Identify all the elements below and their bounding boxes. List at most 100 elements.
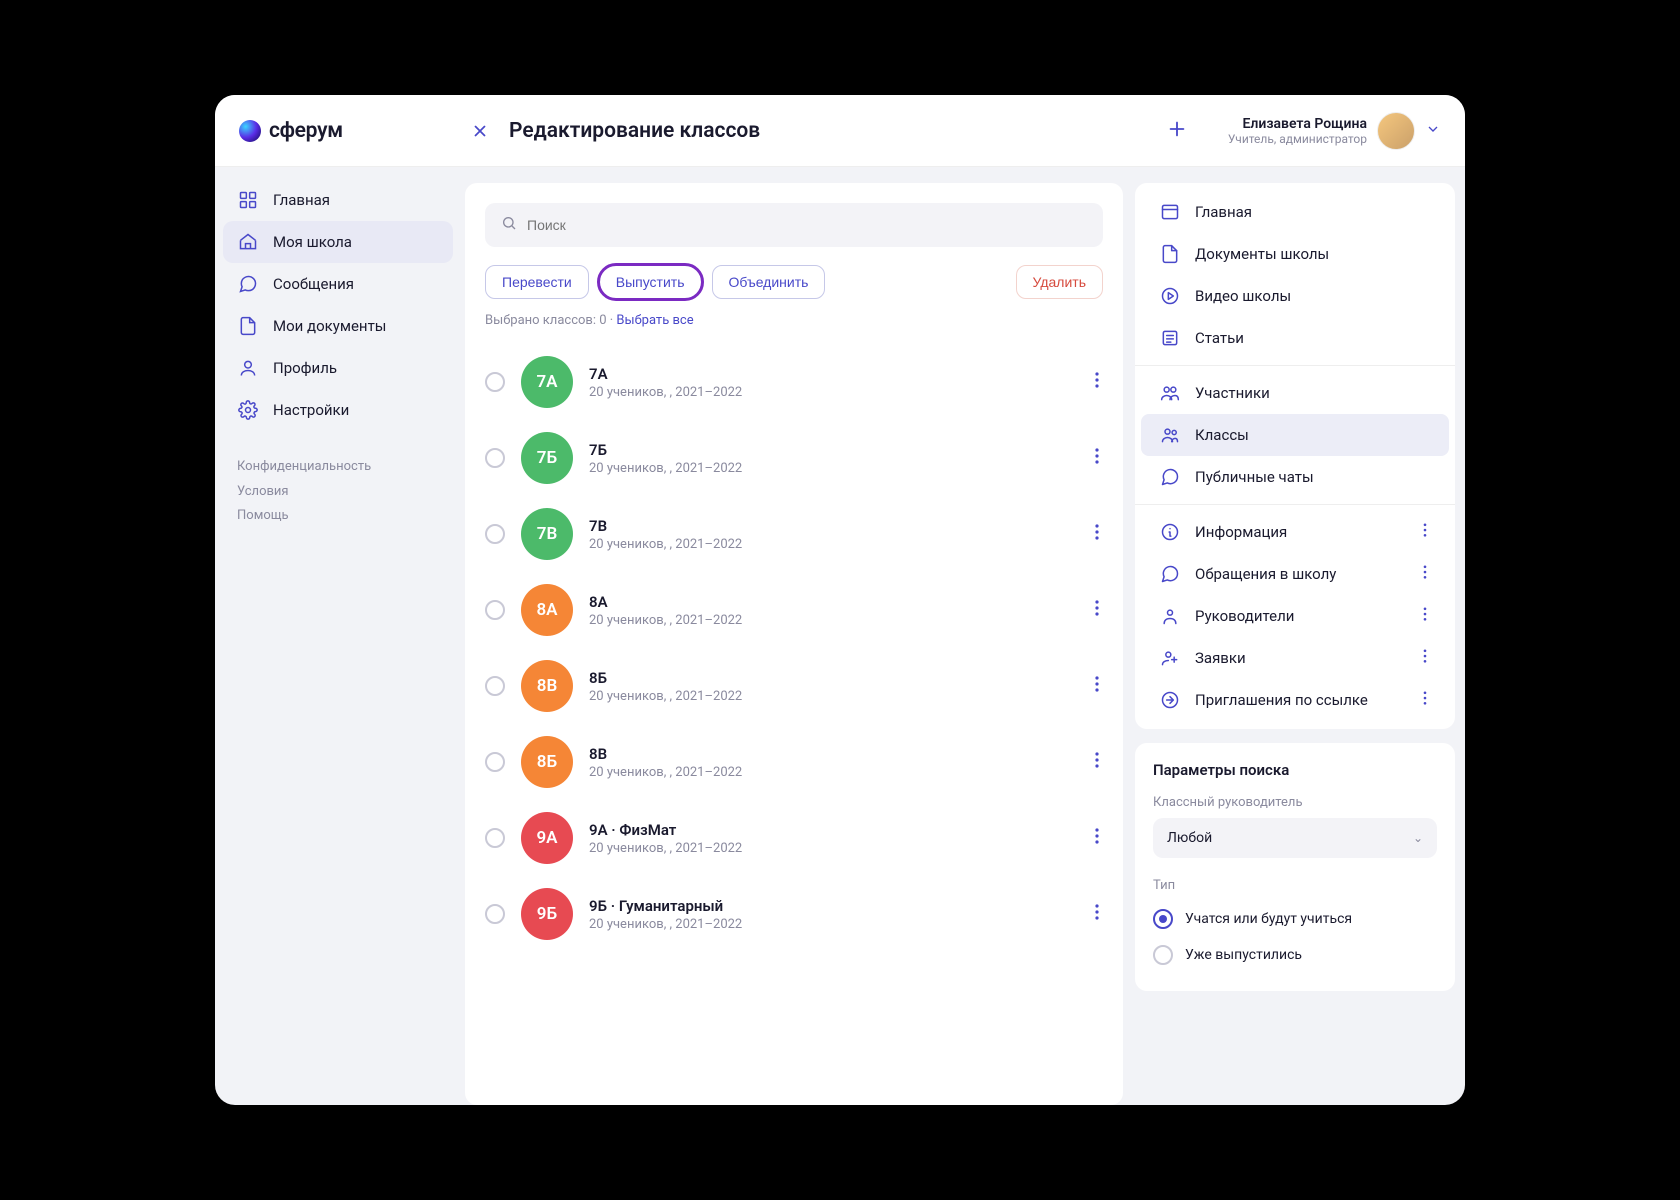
- class-row[interactable]: 8Б8В20 учеников, , 2021–2022: [485, 724, 1103, 800]
- right-nav-item[interactable]: Участники: [1141, 372, 1449, 414]
- more-icon[interactable]: [1419, 691, 1431, 709]
- grid-icon: [237, 189, 259, 211]
- class-row[interactable]: 9А9А · ФизМат20 учеников, , 2021–2022: [485, 800, 1103, 876]
- search-bar[interactable]: [485, 203, 1103, 247]
- page-title: Редактирование классов: [509, 119, 760, 143]
- class-badge: 7В: [521, 508, 573, 560]
- right-nav-item[interactable]: Информация: [1141, 511, 1449, 553]
- type-option-label: Уже выпустились: [1185, 947, 1302, 963]
- more-icon[interactable]: [1091, 448, 1103, 468]
- sidebar-item-settings[interactable]: Настройки: [223, 389, 453, 431]
- sidebar-item-messages[interactable]: Сообщения: [223, 263, 453, 305]
- close-icon[interactable]: [469, 120, 491, 142]
- chevron-down-icon[interactable]: [1425, 121, 1441, 141]
- class-badge: 8А: [521, 584, 573, 636]
- more-icon[interactable]: [1419, 649, 1431, 667]
- sidebar-item-home[interactable]: Главная: [223, 179, 453, 221]
- right-nav-item[interactable]: Статьи: [1141, 317, 1449, 359]
- chat-icon: [1159, 466, 1181, 488]
- link-privacy[interactable]: Конфиденциальность: [237, 459, 371, 474]
- more-icon[interactable]: [1091, 904, 1103, 924]
- right-nav-item[interactable]: Обращения в школу: [1141, 553, 1449, 595]
- more-icon[interactable]: [1091, 372, 1103, 392]
- class-row[interactable]: 7В7В20 учеников, , 2021–2022: [485, 496, 1103, 572]
- type-option-label: Учатся или будут учиться: [1185, 911, 1352, 927]
- sidebar-item-my-school[interactable]: Моя школа: [223, 221, 453, 263]
- right-nav-item[interactable]: Главная: [1141, 191, 1449, 233]
- right-nav-item[interactable]: Видео школы: [1141, 275, 1449, 317]
- merge-button[interactable]: Объединить: [712, 265, 826, 299]
- class-row[interactable]: 8А8А20 учеников, , 2021–2022: [485, 572, 1103, 648]
- sidebar-item-my-documents[interactable]: Мои документы: [223, 305, 453, 347]
- more-icon[interactable]: [1419, 523, 1431, 541]
- row-checkbox[interactable]: [485, 448, 505, 468]
- search-input[interactable]: [527, 217, 1087, 233]
- link-help[interactable]: Помощь: [237, 508, 289, 523]
- more-icon[interactable]: [1419, 565, 1431, 583]
- link-terms[interactable]: Условия: [237, 484, 289, 499]
- right-nav-label: Публичные чаты: [1195, 468, 1314, 486]
- row-checkbox[interactable]: [485, 524, 505, 544]
- right-nav-item[interactable]: Руководители: [1141, 595, 1449, 637]
- teacher-value: Любой: [1167, 830, 1212, 846]
- right-nav-item[interactable]: Приглашения по ссылке: [1141, 679, 1449, 721]
- select-all-link[interactable]: Выбрать все: [616, 313, 693, 328]
- right-nav-item[interactable]: Документы школы: [1141, 233, 1449, 275]
- class-list: 7А7А20 учеников, , 2021–20227Б7Б20 учени…: [485, 344, 1103, 952]
- more-icon[interactable]: [1419, 607, 1431, 625]
- class-subtitle: 20 учеников, , 2021–2022: [589, 461, 1075, 476]
- window-icon: [1159, 201, 1181, 223]
- article-icon: [1159, 327, 1181, 349]
- group-icon: [1159, 424, 1181, 446]
- right-nav-label: Обращения в школу: [1195, 565, 1336, 583]
- right-nav-label: Участники: [1195, 384, 1270, 402]
- class-row[interactable]: 9Б9Б · Гуманитарный20 учеников, , 2021–2…: [485, 876, 1103, 952]
- class-row[interactable]: 8В8Б20 учеников, , 2021–2022: [485, 648, 1103, 724]
- sidebar-left: Главная Моя школа Сообщения Мои документ…: [215, 167, 465, 1105]
- right-column: Главная Документы школы Видео школыСтатьи У…: [1135, 183, 1455, 1105]
- sidebar-item-profile[interactable]: Профиль: [223, 347, 453, 389]
- right-nav-item[interactable]: Классы: [1141, 414, 1449, 456]
- user-name: Елизавета Рощина: [1228, 116, 1367, 132]
- delete-button[interactable]: Удалить: [1016, 265, 1103, 299]
- class-subtitle: 20 учеников, , 2021–2022: [589, 689, 1075, 704]
- class-title: 8А: [589, 593, 1075, 611]
- request-icon: [1159, 647, 1181, 669]
- sidebar-item-label: Сообщения: [273, 275, 354, 293]
- type-option[interactable]: Учатся или будут учиться: [1153, 901, 1437, 937]
- user-role: Учитель, администратор: [1228, 132, 1367, 146]
- class-title: 8Б: [589, 669, 1075, 687]
- brand-name: сферум: [269, 119, 343, 143]
- release-button[interactable]: Выпустить: [599, 265, 702, 299]
- more-icon[interactable]: [1091, 676, 1103, 696]
- right-nav-item[interactable]: Публичные чаты: [1141, 456, 1449, 498]
- more-icon[interactable]: [1091, 828, 1103, 848]
- type-option[interactable]: Уже выпустились: [1153, 937, 1437, 973]
- class-row[interactable]: 7А7А20 учеников, , 2021–2022: [485, 344, 1103, 420]
- class-title: 7В: [589, 517, 1075, 535]
- row-checkbox[interactable]: [485, 828, 505, 848]
- type-label: Тип: [1153, 878, 1437, 893]
- right-nav-item[interactable]: Заявки: [1141, 637, 1449, 679]
- right-nav-label: Документы школы: [1195, 245, 1329, 263]
- user-menu[interactable]: Елизавета Рощина Учитель, администратор: [1228, 112, 1441, 150]
- class-row[interactable]: 7Б7Б20 учеников, , 2021–2022: [485, 420, 1103, 496]
- right-nav-label: Приглашения по ссылке: [1195, 691, 1368, 709]
- more-icon[interactable]: [1091, 524, 1103, 544]
- teacher-select[interactable]: Любой ⌄: [1153, 818, 1437, 858]
- row-checkbox[interactable]: [485, 600, 505, 620]
- right-nav-label: Классы: [1195, 426, 1249, 444]
- class-badge: 9Б: [521, 888, 573, 940]
- row-checkbox[interactable]: [485, 752, 505, 772]
- row-checkbox[interactable]: [485, 372, 505, 392]
- brand-logo[interactable]: сферум: [239, 119, 469, 143]
- row-checkbox[interactable]: [485, 676, 505, 696]
- chat-icon: [237, 273, 259, 295]
- more-icon[interactable]: [1091, 600, 1103, 620]
- add-icon[interactable]: [1166, 118, 1188, 144]
- content-card: Перевести Выпустить Объединить Удалить В…: [465, 183, 1123, 1105]
- transfer-button[interactable]: Перевести: [485, 265, 589, 299]
- row-checkbox[interactable]: [485, 904, 505, 924]
- more-icon[interactable]: [1091, 752, 1103, 772]
- right-nav-label: Главная: [1195, 203, 1252, 221]
